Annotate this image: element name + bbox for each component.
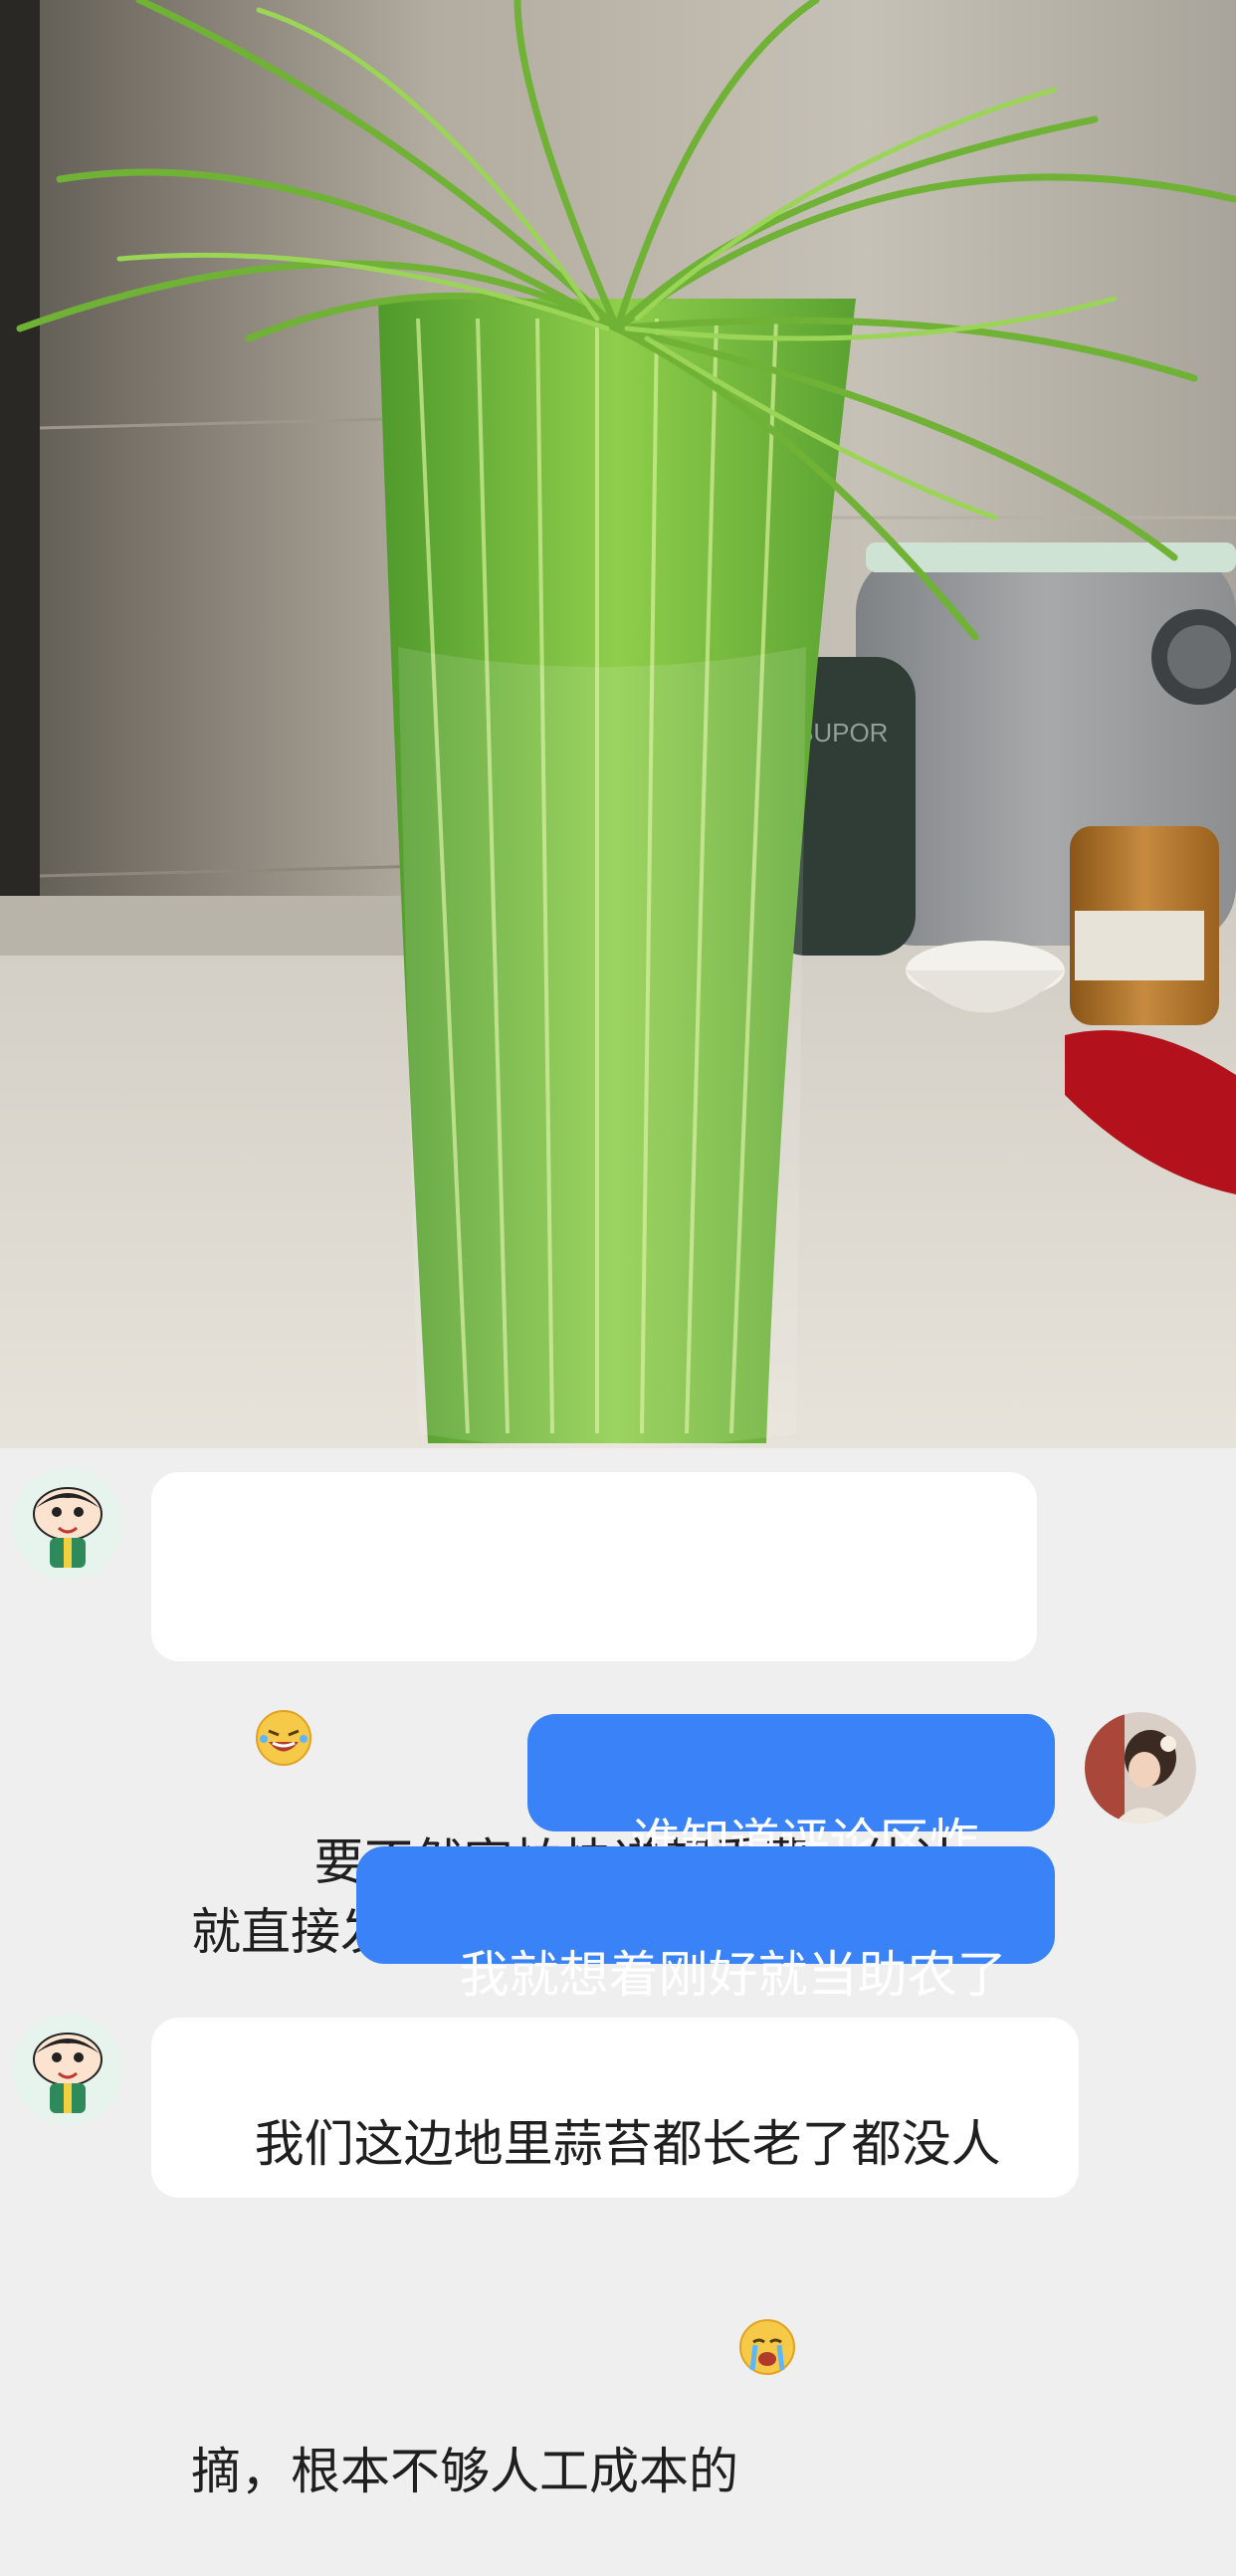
message-bubble-incoming[interactable]: 我们这边地里蒜苔都长老了都没人摘，根本不够人工成本的 <box>151 2018 1079 2500</box>
avatar[interactable] <box>1085 1712 1196 1824</box>
avatar[interactable] <box>12 2014 123 2125</box>
girl-photo-avatar-icon <box>1085 1712 1196 1824</box>
message-text: 我就想着刚好就当助农了 <box>459 1946 1007 2004</box>
crying-emoji-icon <box>738 2179 796 2375</box>
chat-area[interactable]: 要不然害怕快递超重费，估计就直接发五十斤了， 谁知道评论区炸了 我就想着刚好就当… <box>0 1448 1236 2500</box>
cartoon-boy-avatar-icon <box>12 2014 123 2125</box>
message-bubble-outgoing[interactable]: 谁知道评论区炸了 <box>527 1714 1055 1941</box>
laughing-crying-emoji-icon <box>255 1570 312 1766</box>
avatar[interactable] <box>12 1468 123 1580</box>
garlic-scape-photo[interactable]: SUPOR <box>0 0 1236 1448</box>
message-text: 我们这边地里蒜苔都长老了都没人摘，根本不够人工成本的 <box>191 2115 1001 2500</box>
garlic-scape-bundle-photo-icon: SUPOR <box>0 0 1236 1448</box>
cartoon-boy-avatar-icon <box>12 1468 123 1580</box>
message-bubble-outgoing[interactable]: 我就想着刚好就当助农了 <box>356 1846 1055 2004</box>
message-bubble-incoming[interactable]: 要不然害怕快递超重费，估计就直接发五十斤了， <box>151 1472 1037 1961</box>
